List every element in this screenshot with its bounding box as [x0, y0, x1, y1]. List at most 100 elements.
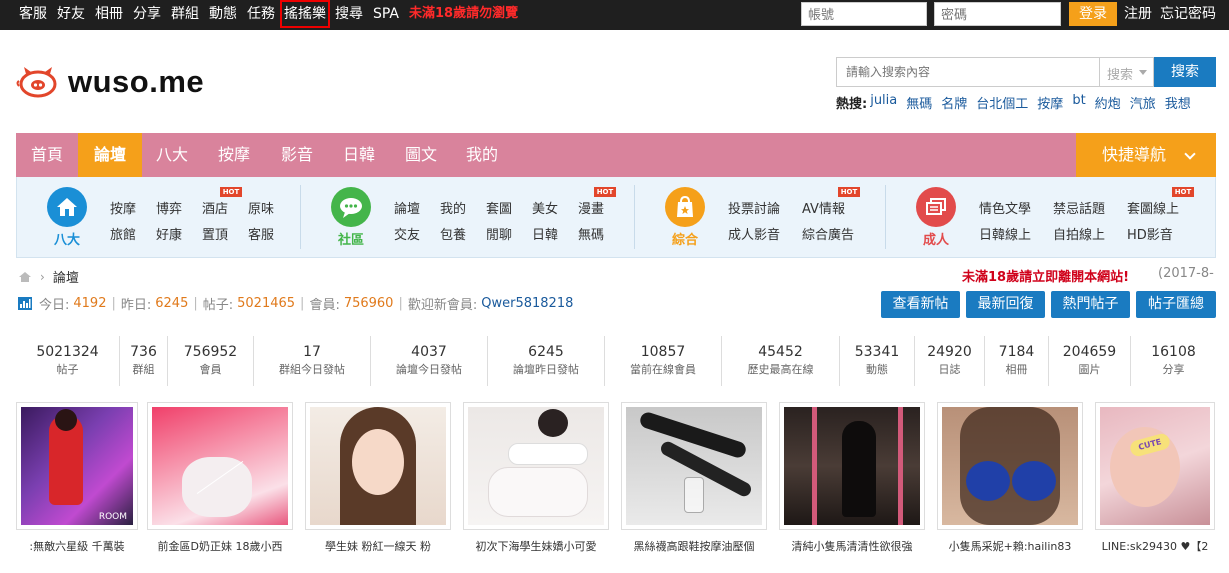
top-nav-spa[interactable]: SPA — [368, 0, 404, 28]
hot-word[interactable]: 名牌 — [941, 93, 967, 112]
username-input[interactable] — [801, 2, 927, 26]
subnav-link[interactable]: 無碼 — [578, 224, 604, 243]
subnav-link[interactable]: 日韓線上 — [979, 224, 1031, 243]
age-notice: 未滿18歲請立即離開本網站! — [962, 270, 1130, 285]
newest-member-link[interactable]: Qwer5818218 — [481, 296, 573, 311]
window-stack-icon[interactable] — [916, 187, 956, 227]
subnav-link[interactable]: 好康 — [156, 224, 182, 243]
top-nav-album[interactable]: 相冊 — [90, 0, 128, 28]
nav-massage[interactable]: 按摩 — [202, 133, 266, 177]
home-icon[interactable] — [18, 271, 32, 283]
subnav-link[interactable]: 閒聊 — [486, 224, 512, 243]
hot-word[interactable]: 我想 — [1165, 93, 1191, 112]
hot-posts-button[interactable]: 熱門帖子 — [1051, 291, 1130, 318]
chat-icon[interactable] — [331, 187, 371, 227]
nav-mine[interactable]: 我的 — [452, 133, 512, 177]
subnav-link[interactable]: 套圖 — [486, 198, 512, 217]
hot-word[interactable]: bt — [1072, 93, 1085, 112]
login-button[interactable]: 登录 — [1069, 2, 1117, 26]
hot-word[interactable]: 台北個工 — [976, 93, 1028, 112]
nav-forum[interactable]: 論壇 — [78, 133, 142, 177]
subnav-group-label: 社區 — [337, 233, 364, 248]
home-icon[interactable] — [47, 187, 87, 227]
search-input[interactable] — [836, 57, 1100, 87]
chevron-down-icon — [1184, 148, 1196, 160]
nav-pictext[interactable]: 圖文 — [390, 133, 452, 177]
subnav-link[interactable]: 漫畫 — [578, 198, 604, 217]
gallery-item[interactable]: CUTE LINE:sk29430 ♥【2 — [1095, 402, 1215, 570]
top-nav: 客服 好友 相冊 分享 群組 動態 任務 搖搖樂 搜尋 SPA 未滿18歲請勿瀏… — [14, 0, 523, 28]
shopping-bag-icon[interactable] — [665, 187, 705, 227]
subnav-link[interactable]: 情色文學 — [979, 198, 1031, 217]
subnav-group-label: 成人 — [922, 233, 949, 248]
subnav-group-label: 八大 — [53, 233, 80, 248]
register-link[interactable]: 注册 — [1124, 0, 1152, 28]
subnav-link[interactable]: 客服 — [248, 224, 274, 243]
gallery-item[interactable]: 黑絲襪高跟鞋按摩油壓個 — [621, 402, 767, 570]
subnav-link[interactable]: 按摩 — [110, 198, 136, 217]
age-warning: 未滿18歲請勿瀏覽 — [409, 6, 519, 21]
subnav-link[interactable]: 禁忌話題 — [1053, 198, 1105, 217]
site-logo[interactable]: wuso.me — [16, 64, 204, 100]
forgot-password-link[interactable]: 忘记密码 — [1160, 0, 1216, 28]
gallery-item[interactable]: 前金區D奶正妹 18歲小西 — [147, 402, 293, 570]
view-new-posts-button[interactable]: 查看新帖 — [881, 291, 960, 318]
subnav-link[interactable]: 包養 — [440, 224, 466, 243]
stat-label: 歡迎新會員: — [407, 298, 478, 313]
thumbnail: ROOM — [21, 407, 133, 525]
posts-summary-button[interactable]: 帖子匯總 — [1136, 291, 1216, 318]
gallery-item[interactable]: 小隻馬采妮+賴:hailin83 — [937, 402, 1083, 570]
top-nav-groups[interactable]: 群組 — [166, 0, 204, 28]
subnav-link[interactable]: 自拍線上 — [1053, 224, 1105, 243]
stat-label: 昨日: — [120, 298, 152, 313]
nav-jpkr[interactable]: 日韓 — [328, 133, 390, 177]
subnav-link[interactable]: 旅館 — [110, 224, 136, 243]
pig-logo-icon — [16, 67, 57, 98]
subnav-link[interactable]: 酒店 — [202, 198, 228, 217]
top-nav-feed[interactable]: 動態 — [204, 0, 242, 28]
subnav-link[interactable]: HD影音 — [1127, 224, 1173, 243]
top-nav-friends[interactable]: 好友 — [52, 0, 90, 28]
subnav-link[interactable]: AV情報 — [802, 198, 845, 217]
top-nav-tasks[interactable]: 任務 — [242, 0, 280, 28]
subnav-link[interactable]: 美女 — [532, 198, 558, 217]
search-button[interactable]: 搜索 — [1154, 57, 1216, 87]
subnav-link[interactable]: 置頂 — [202, 224, 228, 243]
counter: 45452 歷史最高在線 — [722, 336, 840, 386]
gallery-item[interactable]: ROOM :無敵六星級 千萬裝 — [16, 402, 138, 570]
gallery-item[interactable]: 學生妹 粉紅一線天 粉 — [305, 402, 451, 570]
password-input[interactable] — [934, 2, 1061, 26]
hot-word[interactable]: 約炮 — [1095, 93, 1121, 112]
gallery-item[interactable]: 清純小隻馬清清性欲很強 — [779, 402, 925, 570]
subnav-link[interactable]: 原味 — [248, 198, 274, 217]
nav-bada[interactable]: 八大 — [142, 133, 202, 177]
hot-badge: HOT — [220, 187, 242, 197]
hot-word[interactable]: julia — [870, 93, 897, 112]
counter: 756952 會員 — [168, 336, 254, 386]
hot-word[interactable]: 無碼 — [906, 93, 932, 112]
subnav-link[interactable]: 投票討論 — [728, 198, 780, 217]
gallery-caption: 黑絲襪高跟鞋按摩油壓個 — [633, 540, 755, 553]
hot-word[interactable]: 按摩 — [1037, 93, 1063, 112]
top-nav-share[interactable]: 分享 — [128, 0, 166, 28]
subnav-link[interactable]: 博弈 — [156, 198, 182, 217]
counter: 24920 日誌 — [915, 336, 985, 386]
subnav-link[interactable]: 日韓 — [532, 224, 558, 243]
subnav-link[interactable]: 綜合廣告 — [802, 224, 854, 243]
gallery-item[interactable]: 初次下海學生妹嬌小可愛 — [463, 402, 609, 570]
latest-replies-button[interactable]: 最新回復 — [966, 291, 1045, 318]
subnav-link[interactable]: 套圖線上 — [1127, 198, 1179, 217]
top-nav-search[interactable]: 搜尋 — [330, 0, 368, 28]
top-nav-shake[interactable]: 搖搖樂 — [280, 0, 330, 28]
subnav-link[interactable]: 交友 — [394, 224, 420, 243]
search-type-select[interactable]: 搜索 — [1100, 57, 1154, 87]
subnav-link[interactable]: 成人影音 — [728, 224, 780, 243]
breadcrumb-current[interactable]: 論壇 — [53, 267, 79, 286]
top-nav-service[interactable]: 客服 — [14, 0, 52, 28]
nav-video[interactable]: 影音 — [266, 133, 328, 177]
subnav-link[interactable]: 論壇 — [394, 198, 420, 217]
nav-home[interactable]: 首頁 — [16, 133, 78, 177]
hot-word[interactable]: 汽旅 — [1130, 93, 1156, 112]
subnav-link[interactable]: 我的 — [440, 198, 466, 217]
quick-nav-button[interactable]: 快捷導航 — [1076, 133, 1216, 177]
